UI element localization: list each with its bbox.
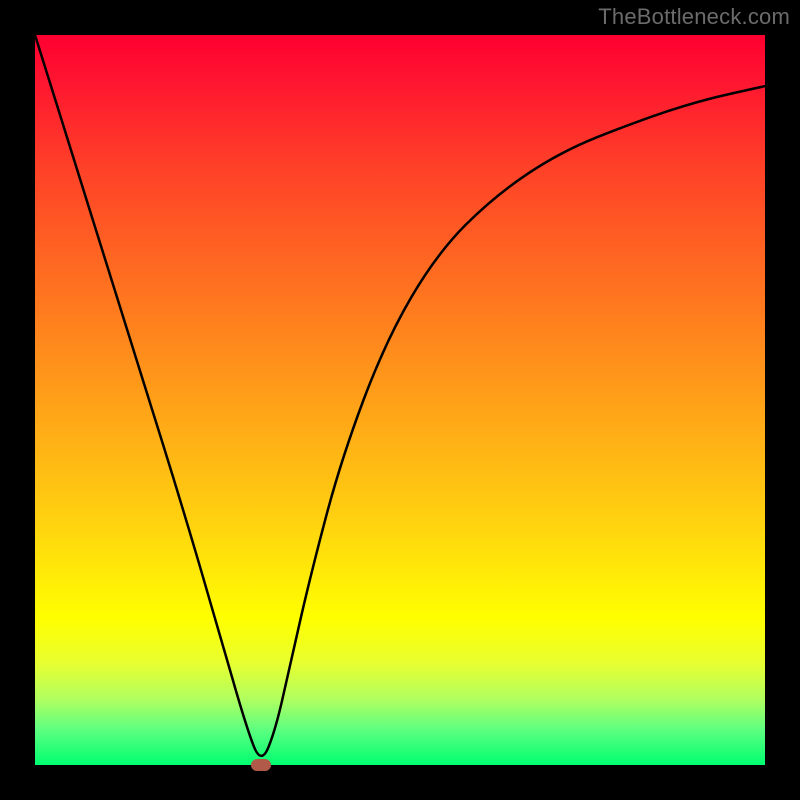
plot-area: [35, 35, 765, 765]
watermark-text: TheBottleneck.com: [598, 4, 790, 30]
minimum-marker: [251, 759, 271, 771]
chart-frame: TheBottleneck.com: [0, 0, 800, 800]
bottleneck-curve: [35, 35, 765, 765]
